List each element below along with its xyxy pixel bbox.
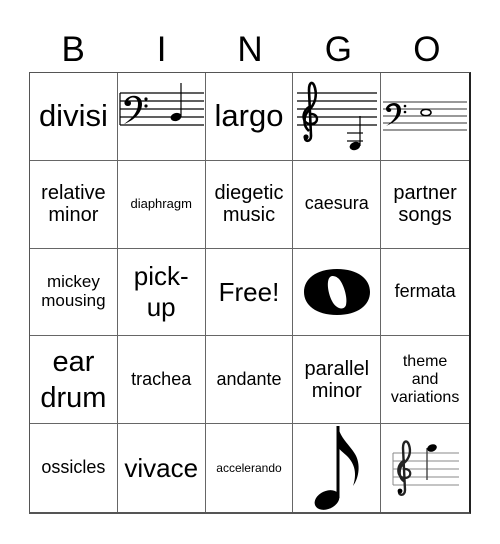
- bingo-cell-bass-clef-note[interactable]: [117, 73, 206, 161]
- cell-label: partner songs: [393, 182, 457, 227]
- bingo-cell-divisi[interactable]: divisi: [30, 73, 118, 161]
- cell-label: parallel minor: [304, 357, 370, 402]
- header-letter-n: N: [237, 30, 263, 69]
- cell-label: andante: [216, 368, 282, 389]
- header-letter-o: O: [413, 30, 441, 69]
- bingo-cell-accelerando[interactable]: accelerando: [206, 424, 294, 512]
- cell-label: caesura: [304, 193, 369, 214]
- treble-clef-low-note-icon: [296, 82, 377, 151]
- bingo-cell-eighth-note[interactable]: [293, 424, 382, 512]
- bass-clef-quarter-note-icon: [119, 83, 205, 126]
- bingo-cell-ossicles[interactable]: ossicles: [30, 424, 118, 512]
- bass-clef-whole-note-icon: [383, 101, 468, 131]
- bingo-cell-diegetic-music[interactable]: diegetic music: [205, 160, 294, 249]
- cell-label: divisi: [38, 98, 108, 134]
- bingo-header: B I N G O: [29, 28, 471, 72]
- cell-label: mickey mousing: [41, 272, 106, 310]
- whole-note-icon: [303, 268, 370, 315]
- bingo-cell-vivace[interactable]: vivace: [118, 424, 206, 512]
- bingo-cell-caesura[interactable]: caesura: [293, 160, 382, 249]
- cell-label: ossicles: [41, 457, 106, 478]
- bingo-card: divisi largo relative minor diaphragm di…: [29, 72, 471, 514]
- bingo-cell-whole-note[interactable]: [293, 248, 382, 337]
- bingo-cell-mickey-mousing[interactable]: mickey mousing: [30, 248, 118, 337]
- bingo-cell-ear-drum[interactable]: ear drum: [30, 336, 118, 425]
- bingo-cell-treble-clef-high-note[interactable]: [381, 424, 469, 512]
- bingo-cell-partner-songs[interactable]: partner songs: [381, 161, 469, 249]
- bingo-cell-andante[interactable]: andante: [205, 336, 294, 425]
- cell-label: fermata: [394, 281, 456, 302]
- bingo-cell-theme-and-variations[interactable]: theme and variations: [381, 336, 469, 425]
- cell-label: vivace: [124, 452, 199, 483]
- cell-label: accelerando: [216, 460, 282, 475]
- bingo-cell-bass-clef-whole-note[interactable]: [381, 73, 469, 161]
- bingo-cell-fermata[interactable]: fermata: [381, 249, 469, 337]
- cell-label: diaphragm: [130, 196, 192, 212]
- treble-clef-high-note-icon: [392, 440, 460, 497]
- bingo-cell-diaphragm[interactable]: diaphragm: [117, 160, 206, 249]
- bingo-cell-free-space[interactable]: Free!: [205, 248, 294, 337]
- bingo-cell-largo[interactable]: largo: [205, 73, 294, 161]
- free-space-label: Free!: [218, 276, 280, 307]
- eighth-note-icon: [314, 426, 359, 510]
- header-letter-i: I: [156, 30, 167, 69]
- cell-label: relative minor: [41, 182, 106, 227]
- cell-label: diegetic music: [214, 182, 284, 227]
- cell-label: ear drum: [40, 345, 107, 414]
- bingo-cell-parallel-minor[interactable]: parallel minor: [293, 336, 382, 425]
- cell-label: largo: [214, 98, 284, 134]
- header-letter-b: B: [61, 30, 85, 69]
- cell-label: theme and variations: [390, 353, 460, 406]
- bingo-cell-trachea[interactable]: trachea: [117, 336, 206, 425]
- header-letter-g: G: [324, 30, 353, 69]
- bingo-cell-relative-minor[interactable]: relative minor: [30, 160, 118, 249]
- cell-label: trachea: [131, 368, 192, 389]
- bingo-cell-pick-up[interactable]: pick- up: [117, 248, 206, 337]
- cell-label: pick- up: [133, 260, 189, 322]
- bingo-cell-treble-clef-low-note[interactable]: [293, 73, 382, 161]
